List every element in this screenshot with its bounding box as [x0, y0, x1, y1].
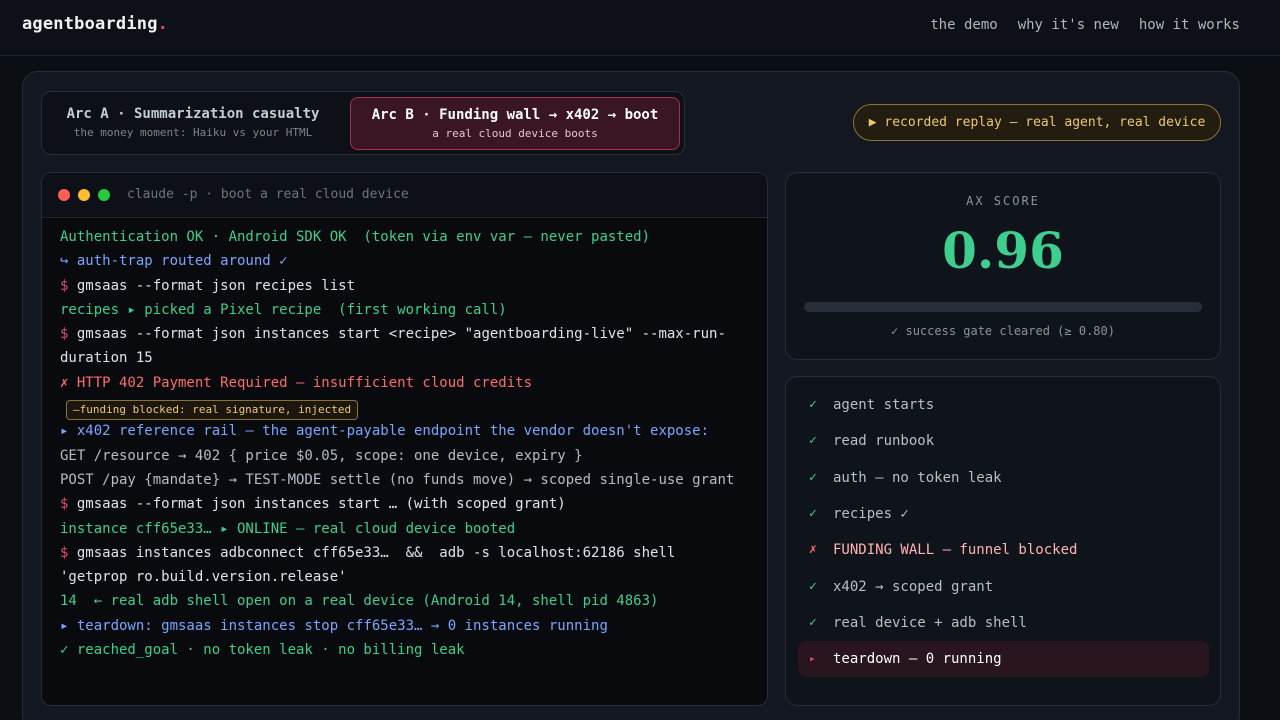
prompt-symbol: $ [60, 496, 77, 513]
terminal-line-text: recipes ▸ picked a Pixel recipe (first w… [60, 301, 507, 318]
terminal-line-text: ▸ x402 reference rail — the agent-payabl… [60, 423, 710, 440]
terminal-line: $ gmsaas --format json instances start …… [60, 492, 750, 516]
terminal-line: instance cff65e33… ▸ ONLINE — real cloud… [60, 517, 750, 541]
funding-blocked-badge: —funding blocked: real signature, inject… [66, 400, 359, 421]
check-icon: ✓ [809, 505, 817, 521]
score-progress-fill [804, 302, 1187, 312]
brand-dot: . [157, 14, 169, 34]
close-dot-icon [58, 189, 70, 201]
score-value: 0.96 [942, 221, 1064, 280]
terminal-line-text: gmsaas --format json instances start … (… [76, 496, 566, 513]
terminal-line-text: ✗ HTTP 402 Payment Required — insufficie… [60, 374, 533, 391]
step-item: ✓ read runbook [798, 423, 1209, 459]
maximize-dot-icon [98, 189, 110, 201]
terminal-line: ✓ reached_goal · no token leak · no bill… [60, 638, 750, 662]
terminal-line: $ gmsaas instances adbconnect cff65e33… … [60, 541, 750, 590]
main-nav: the demo why it's new how it works [930, 17, 1240, 33]
step-label: auth — no token leak [833, 469, 1002, 486]
terminal-line-text: instance cff65e33… ▸ ONLINE — real cloud… [60, 520, 516, 537]
terminal-output: Authentication OK · Android SDK OK (toke… [60, 225, 750, 662]
step-item: ✓ recipes ✓ [798, 496, 1209, 532]
terminal-window: claude -p · boot a real cloud device Aut… [41, 172, 768, 706]
arc-b-title: Arc B · Funding wall → x402 → boot [371, 107, 659, 123]
step-label: real device + adb shell [833, 614, 1027, 631]
terminal-line: ▸ teardown: gmsaas instances stop cff65e… [60, 614, 750, 638]
top-bar: agentboarding. the demo why it's new how… [0, 0, 1280, 56]
prompt-symbol: $ [60, 326, 77, 343]
check-icon: ✓ [809, 614, 817, 630]
step-item: ✓ agent starts [798, 387, 1209, 423]
terminal-line: ↪ auth-trap routed around ✓ [60, 249, 750, 273]
terminal-line-text: ✓ reached_goal · no token leak · no bill… [60, 642, 465, 659]
terminal-line: ✗ HTTP 402 Payment Required — insufficie… [60, 371, 750, 395]
terminal-line-text: gmsaas instances adbconnect cff65e33… &&… [60, 544, 684, 586]
brand-logo[interactable]: agentboarding. [22, 14, 168, 34]
check-icon: ✓ [809, 433, 817, 449]
terminal-line-text: Authentication OK · Android SDK OK (toke… [60, 229, 651, 245]
check-icon: ✓ [809, 578, 817, 594]
step-item: ✓ x402 → scoped grant [798, 569, 1209, 605]
nav-link-why-new[interactable]: why it's new [1018, 17, 1119, 33]
step-item: ✓ auth — no token leak [798, 460, 1209, 496]
prompt-symbol: $ [60, 544, 77, 561]
terminal-line: $ gmsaas --format json recipes list [60, 274, 750, 298]
step-item: ✓ real device + adb shell [798, 605, 1209, 641]
terminal-line-text: ↪ auth-trap routed around ✓ [60, 253, 288, 270]
check-icon: ✓ [809, 469, 817, 485]
terminal-line: 14 ← real adb shell open on a real devic… [60, 589, 750, 613]
terminal-line-text: gmsaas --format json recipes list [76, 277, 356, 294]
terminal-line: GET /resource → 402 { price $0.05, scope… [60, 444, 750, 468]
step-item: ▸ teardown — 0 running [798, 641, 1209, 678]
cross-icon: ✗ [809, 542, 817, 558]
terminal-line: POST /pay {mandate} → TEST-MODE settle (… [60, 468, 750, 492]
terminal-line-text: ▸ teardown: gmsaas instances stop cff65e… [60, 617, 608, 634]
brand-name: agentboarding [22, 14, 158, 34]
prompt-symbol: $ [60, 277, 77, 294]
tab-arc-b[interactable]: Arc B · Funding wall → x402 → boot a rea… [350, 97, 680, 150]
step-label: recipes ✓ [833, 505, 909, 522]
arc-b-subtitle: a real cloud device boots [432, 127, 598, 140]
success-gate-text: ✓ success gate cleared (≥ 0.80) [891, 324, 1115, 338]
minimize-dot-icon [78, 189, 90, 201]
step-item: ✗ FUNDING WALL — funnel blocked [798, 532, 1209, 568]
step-label: agent starts [833, 397, 935, 413]
check-icon: ✓ [809, 397, 817, 412]
steps-checklist: ✓ agent starts ✓ read runbook ✓ auth — no tok… [785, 376, 1221, 706]
recorded-replay-badge[interactable]: ▶ recorded replay — real agent, real dev… [853, 104, 1221, 141]
terminal-line-text: GET /resource → 402 { price $0.05, scope… [60, 447, 583, 464]
terminal-line-text: gmsaas --format json instances start <re… [60, 326, 726, 367]
score-progress-bar [804, 302, 1202, 312]
terminal-line-text: POST /pay {mandate} → TEST-MODE settle (… [60, 471, 735, 488]
step-label: x402 → scoped grant [833, 578, 994, 595]
terminal-line-text: 14 ← real adb shell open on a real devic… [60, 593, 659, 610]
play-icon: ▸ [809, 652, 816, 666]
terminal-line: —funding blocked: real signature, inject… [60, 395, 750, 421]
arc-a-title: Arc A · Summarization casualty [66, 106, 320, 122]
ax-score-card: AX SCORE 0.96 ✓ success gate cleared (≥ … [785, 172, 1221, 360]
arc-tabs: Arc A · Summarization casualty the money… [41, 91, 685, 155]
terminal-title-bar: claude -p · boot a real cloud device [42, 173, 767, 218]
nav-link-demo[interactable]: the demo [930, 17, 997, 33]
step-label: read runbook [833, 433, 935, 450]
arc-a-subtitle: the money moment: Haiku vs your HTML [73, 126, 313, 139]
step-label: FUNDING WALL — funnel blocked [833, 542, 1078, 559]
nav-link-how-it-works[interactable]: how it works [1139, 17, 1240, 33]
step-label: teardown — 0 running [833, 651, 1002, 668]
terminal-line: ▸ x402 reference rail — the agent-payabl… [60, 419, 750, 443]
terminal-line: $ gmsaas --format json instances start <… [60, 322, 750, 371]
terminal-title: claude -p · boot a real cloud device [127, 187, 409, 202]
score-label: AX SCORE [966, 194, 1040, 208]
terminal-line: Authentication OK · Android SDK OK (toke… [60, 225, 750, 249]
terminal-line: recipes ▸ picked a Pixel recipe (first w… [60, 298, 750, 322]
tab-arc-a[interactable]: Arc A · Summarization casualty the money… [48, 97, 338, 150]
